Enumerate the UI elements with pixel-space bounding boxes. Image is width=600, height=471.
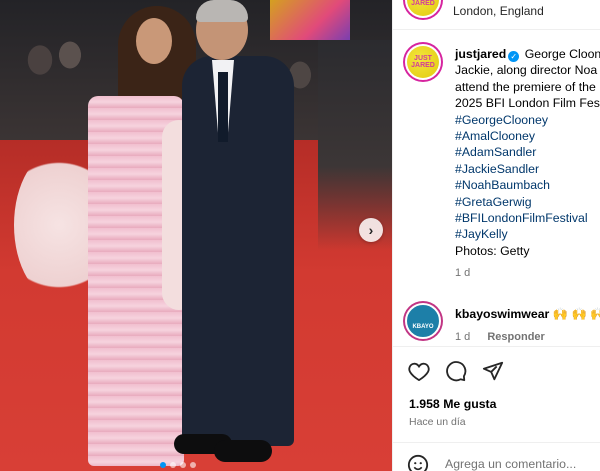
commenter-username[interactable]: kbayoswimwear xyxy=(455,307,549,321)
paper-plane-icon xyxy=(482,361,504,381)
caption-line: 2025 BFI London Film Fest xyxy=(455,96,600,111)
commenter-avatar[interactable]: KBAYO xyxy=(405,303,441,339)
caption-author-username[interactable]: justjared xyxy=(455,47,506,61)
hashtag-link[interactable]: #AmalClooney xyxy=(455,128,600,144)
caption-line: attend the premiere of the xyxy=(455,79,596,94)
chevron-right-icon: › xyxy=(368,222,374,238)
caption-author-avatar[interactable]: JUST JARED xyxy=(405,44,441,80)
commenter-avatar-label: KBAYO xyxy=(412,324,434,330)
carousel-dot xyxy=(170,462,176,468)
caption-line: George Cloon xyxy=(524,47,600,61)
woman-face xyxy=(136,18,172,64)
man-hair xyxy=(196,0,248,22)
posted-time[interactable]: Hace un día xyxy=(409,416,466,428)
add-comment-bar xyxy=(393,442,600,471)
reply-button[interactable]: Responder xyxy=(487,331,544,343)
like-button[interactable] xyxy=(407,359,431,383)
smiley-icon xyxy=(407,454,429,471)
photos-credit: Photos: Getty xyxy=(455,243,530,258)
hashtag-link[interactable]: #JackieSandler xyxy=(455,161,600,177)
post-caption: justjared ✓ George Cloon Jackie, along di… xyxy=(455,46,600,282)
comment: kbayoswimwear 🙌 🙌 🙌 xyxy=(455,307,600,322)
author-avatar[interactable]: JUST JARED xyxy=(405,0,441,18)
comment-input[interactable] xyxy=(445,457,595,471)
man-navy-suit xyxy=(182,56,294,446)
comment-bubble-icon xyxy=(446,361,467,382)
hashtag-link[interactable]: #GretaGerwig xyxy=(455,194,600,210)
carousel-next-button[interactable]: › xyxy=(359,218,383,242)
post-side-panel: JUST JARED London, England JUST JARED ju… xyxy=(392,0,600,471)
comment-timestamp[interactable]: 1 d xyxy=(455,331,470,343)
just-jared-logo: JUST JARED xyxy=(407,46,439,78)
comment-button[interactable] xyxy=(444,359,468,383)
background-photographers xyxy=(318,40,392,250)
share-button[interactable] xyxy=(481,359,505,383)
man-tie xyxy=(218,72,228,142)
caption-timestamp[interactable]: 1 d xyxy=(455,265,600,281)
post-location[interactable]: London, England xyxy=(453,4,544,18)
heart-outline-icon xyxy=(408,362,430,381)
carousel-dot xyxy=(190,462,196,468)
post-photo[interactable]: › xyxy=(0,0,392,471)
post-actions xyxy=(393,346,600,392)
likes-count[interactable]: 1.958 Me gusta xyxy=(409,397,496,411)
caption-line: Jackie, along director Noa xyxy=(455,63,598,78)
carousel-dots xyxy=(160,462,196,468)
hashtag-link[interactable]: #GeorgeClooney xyxy=(455,112,600,128)
carousel-dot xyxy=(160,462,166,468)
comment-meta: 1 d Responder xyxy=(455,331,545,343)
hashtag-link[interactable]: #NoahBaumbach xyxy=(455,177,600,193)
background-screen xyxy=(270,0,350,40)
hashtag-link[interactable]: #BFILondonFilmFestival xyxy=(455,210,600,226)
hashtag-link[interactable]: #JayKelly xyxy=(455,226,600,242)
comment-text: 🙌 🙌 🙌 xyxy=(552,307,600,321)
carousel-dot xyxy=(180,462,186,468)
emoji-button[interactable] xyxy=(407,454,429,471)
just-jared-logo: JUST JARED xyxy=(407,0,439,16)
hashtag-link[interactable]: #AdamSandler xyxy=(455,144,600,160)
post-header: JUST JARED London, England xyxy=(393,0,600,30)
verified-badge-icon: ✓ xyxy=(508,51,520,62)
shoe-right xyxy=(214,440,272,462)
